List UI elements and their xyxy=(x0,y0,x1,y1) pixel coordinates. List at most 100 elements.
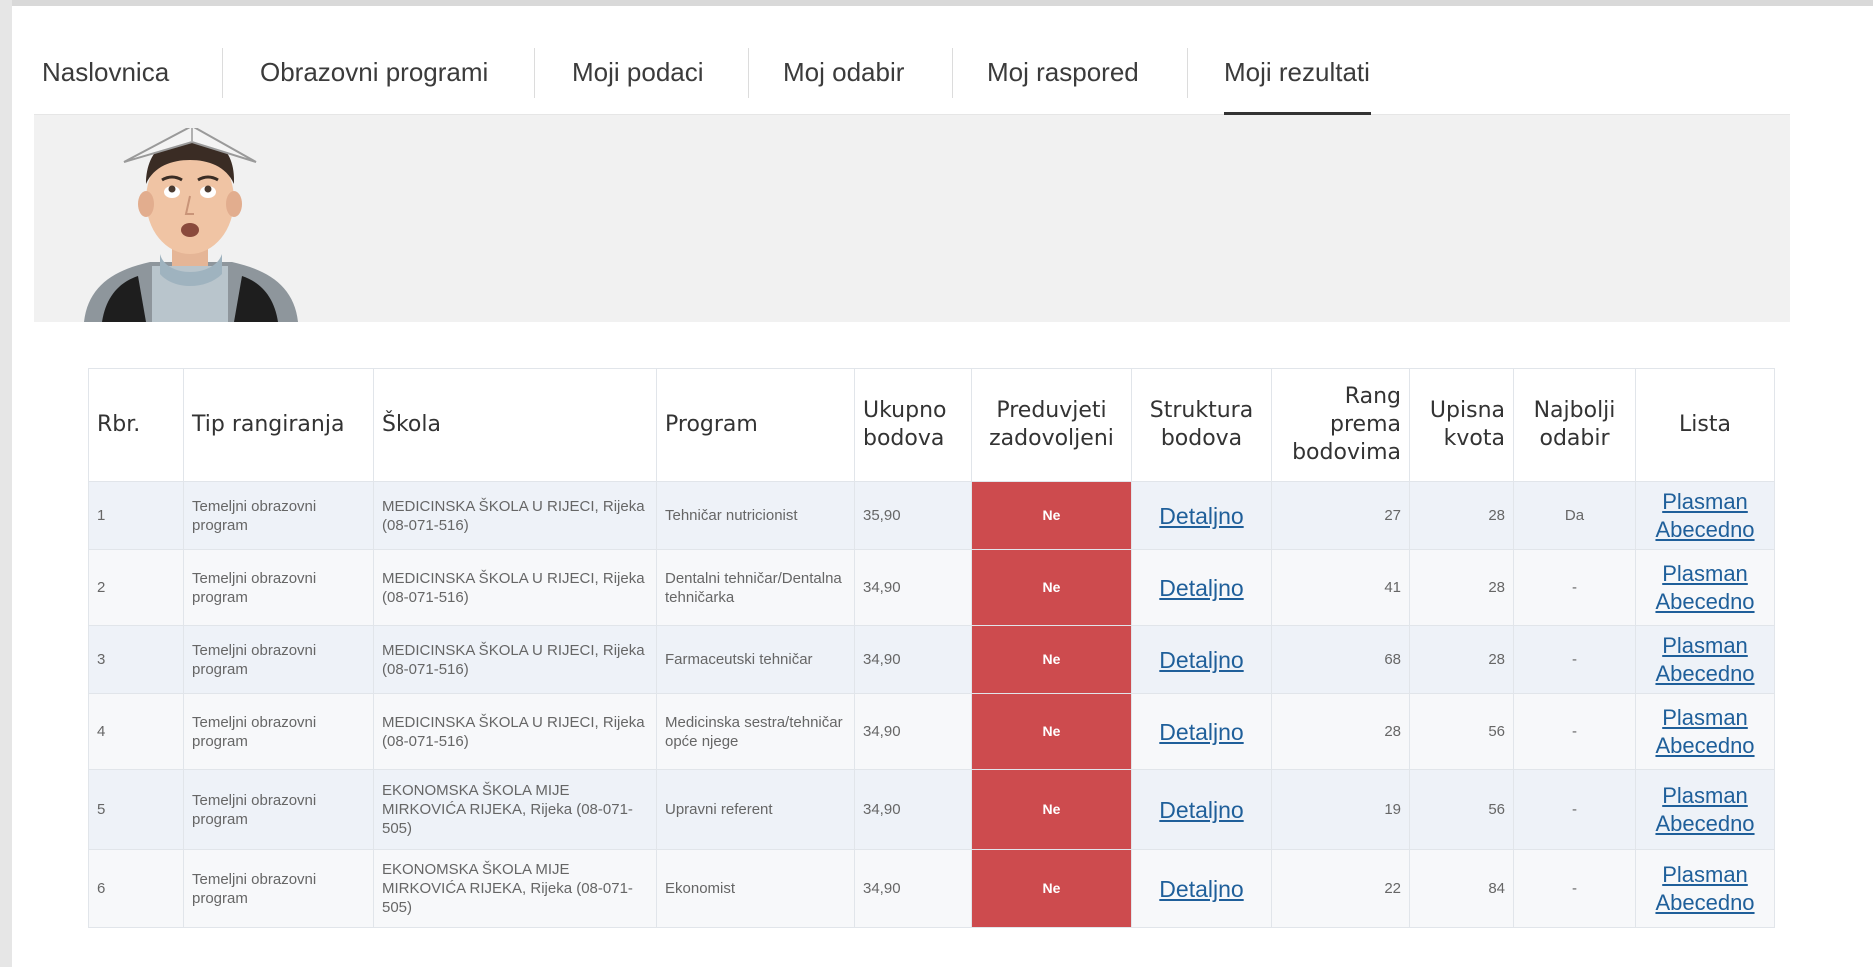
cell-rang: 28 xyxy=(1271,693,1410,770)
cell-struktura-bodova: Detaljno xyxy=(1131,549,1272,626)
cell-lista: Plasman Abecedno xyxy=(1635,549,1775,626)
cell-preduvjeti-status: Ne xyxy=(971,693,1132,770)
cell-program: Farmaceutski tehničar xyxy=(656,625,855,694)
cell-tip-rangiranja: Temeljni obrazovni program xyxy=(183,693,374,770)
cell-najbolji-odabir: - xyxy=(1513,693,1636,770)
window-left-edge xyxy=(0,0,12,967)
nav-separator xyxy=(222,48,223,98)
cell-rang: 19 xyxy=(1271,769,1410,850)
cell-ukupno-bodova: 34,90 xyxy=(854,693,972,770)
column-header-lista[interactable]: Lista xyxy=(1635,368,1775,482)
table-row: 2 Temeljni obrazovni program MEDICINSKA … xyxy=(88,549,1775,626)
cell-rang: 41 xyxy=(1271,549,1410,626)
plasman-link[interactable]: Plasman xyxy=(1644,704,1766,732)
main-navigation: Naslovnica Obrazovni programi Moji podac… xyxy=(34,30,1790,115)
cell-najbolji-odabir: - xyxy=(1513,769,1636,850)
nav-item-moji-podaci[interactable]: Moji podaci xyxy=(572,30,704,114)
detaljno-link[interactable]: Detaljno xyxy=(1159,647,1243,673)
cell-ukupno-bodova: 34,90 xyxy=(854,849,972,928)
detaljno-link[interactable]: Detaljno xyxy=(1159,575,1243,601)
cell-program: Ekonomist xyxy=(656,849,855,928)
abecedno-link[interactable]: Abecedno xyxy=(1644,889,1766,917)
column-header-tip-rangiranja[interactable]: Tip rangiranja xyxy=(183,368,374,482)
nav-separator xyxy=(748,48,749,98)
cell-program: Tehničar nutricionist xyxy=(656,481,855,550)
column-header-najbolji-odabir[interactable]: Najbolji odabir xyxy=(1513,368,1636,482)
cell-program: Dentalni tehničar/Dentalna tehničarka xyxy=(656,549,855,626)
table-row: 3 Temeljni obrazovni program MEDICINSKA … xyxy=(88,625,1775,694)
detaljno-link[interactable]: Detaljno xyxy=(1159,797,1243,823)
cell-najbolji-odabir: - xyxy=(1513,849,1636,928)
cell-upisna-kvota: 28 xyxy=(1409,481,1514,550)
abecedno-link[interactable]: Abecedno xyxy=(1644,660,1766,688)
nav-item-obrazovni-programi[interactable]: Obrazovni programi xyxy=(260,30,488,114)
cell-najbolji-odabir: Da xyxy=(1513,481,1636,550)
cell-rbr: 3 xyxy=(88,625,184,694)
plasman-link[interactable]: Plasman xyxy=(1644,782,1766,810)
cell-lista: Plasman Abecedno xyxy=(1635,481,1775,550)
plasman-link[interactable]: Plasman xyxy=(1644,632,1766,660)
detaljno-link[interactable]: Detaljno xyxy=(1159,503,1243,529)
nav-item-moj-raspored[interactable]: Moj raspored xyxy=(987,30,1139,114)
nav-item-naslovnica[interactable]: Naslovnica xyxy=(42,30,169,114)
table-row: 1 Temeljni obrazovni program MEDICINSKA … xyxy=(88,481,1775,550)
plasman-link[interactable]: Plasman xyxy=(1644,488,1766,516)
column-header-preduvjeti[interactable]: Preduvjeti zadovoljeni xyxy=(971,368,1132,482)
cell-struktura-bodova: Detaljno xyxy=(1131,693,1272,770)
detaljno-link[interactable]: Detaljno xyxy=(1159,876,1243,902)
cell-lista: Plasman Abecedno xyxy=(1635,693,1775,770)
abecedno-link[interactable]: Abecedno xyxy=(1644,588,1766,616)
cell-tip-rangiranja: Temeljni obrazovni program xyxy=(183,769,374,850)
cell-skola: MEDICINSKA ŠKOLA U RIJECI, Rijeka (08-07… xyxy=(373,625,657,694)
cell-upisna-kvota: 84 xyxy=(1409,849,1514,928)
cell-struktura-bodova: Detaljno xyxy=(1131,625,1272,694)
cell-rbr: 1 xyxy=(88,481,184,550)
cell-ukupno-bodova: 35,90 xyxy=(854,481,972,550)
cell-skola: MEDICINSKA ŠKOLA U RIJECI, Rijeka (08-07… xyxy=(373,481,657,550)
cell-ukupno-bodova: 34,90 xyxy=(854,769,972,850)
cell-rbr: 2 xyxy=(88,549,184,626)
column-header-upisna-kvota[interactable]: Upisna kvota xyxy=(1409,368,1514,482)
column-header-rang[interactable]: Rang prema bodovima xyxy=(1271,368,1410,482)
detaljno-link[interactable]: Detaljno xyxy=(1159,719,1243,745)
table-row: 6 Temeljni obrazovni program EKONOMSKA Š… xyxy=(88,849,1775,928)
table-row: 5 Temeljni obrazovni program EKONOMSKA Š… xyxy=(88,769,1775,850)
abecedno-link[interactable]: Abecedno xyxy=(1644,516,1766,544)
table-header-row: Rbr. Tip rangiranja Škola Program Ukupno… xyxy=(88,368,1775,482)
column-header-program[interactable]: Program xyxy=(656,368,855,482)
cell-upisna-kvota: 56 xyxy=(1409,693,1514,770)
nav-item-moj-odabir[interactable]: Moj odabir xyxy=(783,30,904,114)
nav-separator xyxy=(1187,48,1188,98)
cell-tip-rangiranja: Temeljni obrazovni program xyxy=(183,481,374,550)
cell-program: Medicinska sestra/tehničar opće njege xyxy=(656,693,855,770)
plasman-link[interactable]: Plasman xyxy=(1644,861,1766,889)
plasman-link[interactable]: Plasman xyxy=(1644,560,1766,588)
cell-preduvjeti-status: Ne xyxy=(971,849,1132,928)
column-header-skola[interactable]: Škola xyxy=(373,368,657,482)
student-mascot-image xyxy=(84,128,298,322)
column-header-rbr[interactable]: Rbr. xyxy=(88,368,184,482)
nav-item-moji-rezultati[interactable]: Moji rezultati xyxy=(1224,30,1370,114)
cell-program: Upravni referent xyxy=(656,769,855,850)
cell-rang: 68 xyxy=(1271,625,1410,694)
cell-preduvjeti-status: Ne xyxy=(971,625,1132,694)
abecedno-link[interactable]: Abecedno xyxy=(1644,810,1766,838)
cell-skola: EKONOMSKA ŠKOLA MIJE MIRKOVIĆA RIJEKA, R… xyxy=(373,769,657,850)
cell-upisna-kvota: 56 xyxy=(1409,769,1514,850)
cell-upisna-kvota: 28 xyxy=(1409,625,1514,694)
cell-ukupno-bodova: 34,90 xyxy=(854,625,972,694)
cell-rbr: 6 xyxy=(88,849,184,928)
cell-skola: EKONOMSKA ŠKOLA MIJE MIRKOVIĆA RIJEKA, R… xyxy=(373,849,657,928)
cell-preduvjeti-status: Ne xyxy=(971,481,1132,550)
column-header-ukupno-bodova[interactable]: Ukupno bodova xyxy=(854,368,972,482)
cell-preduvjeti-status: Ne xyxy=(971,769,1132,850)
cell-ukupno-bodova: 34,90 xyxy=(854,549,972,626)
cell-preduvjeti-status: Ne xyxy=(971,549,1132,626)
nav-separator xyxy=(534,48,535,98)
window-top-edge xyxy=(0,0,1873,6)
cell-rang: 27 xyxy=(1271,481,1410,550)
column-header-struktura-bodova[interactable]: Struktura bodova xyxy=(1131,368,1272,482)
cell-tip-rangiranja: Temeljni obrazovni program xyxy=(183,849,374,928)
abecedno-link[interactable]: Abecedno xyxy=(1644,732,1766,760)
cell-skola: MEDICINSKA ŠKOLA U RIJECI, Rijeka (08-07… xyxy=(373,693,657,770)
